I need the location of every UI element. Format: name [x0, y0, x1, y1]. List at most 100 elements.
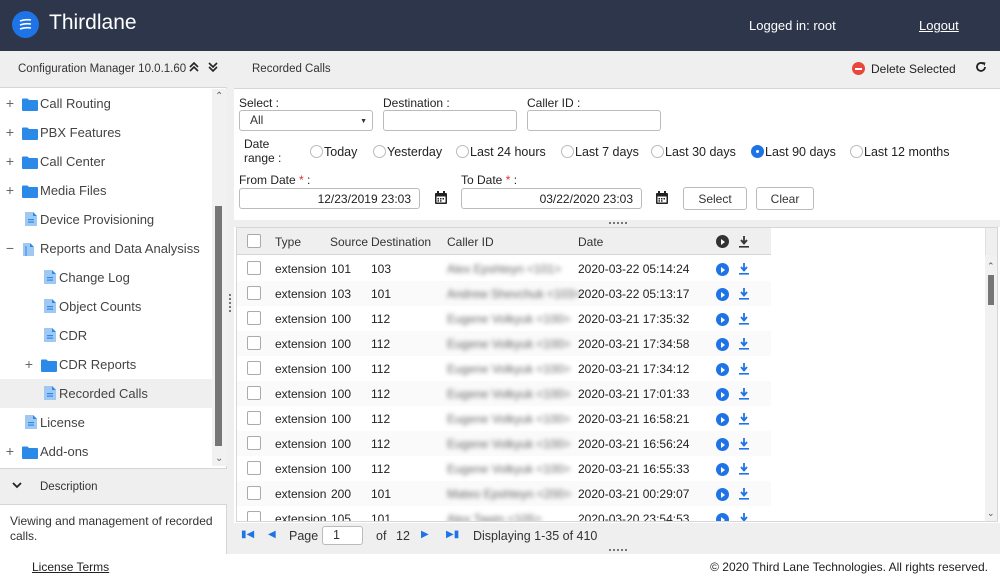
- next-page-icon[interactable]: ▶: [421, 529, 429, 540]
- column-date[interactable]: Date: [578, 235, 603, 249]
- play-icon[interactable]: [716, 313, 729, 326]
- download-icon[interactable]: [739, 412, 749, 425]
- date-range-radio-today[interactable]: Today: [310, 145, 357, 159]
- table-row[interactable]: extension 105 101 Alex Tawin <105> 2020-03-2…: [237, 506, 771, 522]
- tree-item-cdr[interactable]: CDR: [0, 321, 212, 350]
- play-icon[interactable]: [716, 263, 729, 276]
- type-select[interactable]: All ▼: [239, 110, 373, 131]
- clear-button[interactable]: Clear: [756, 187, 814, 210]
- radio-button[interactable]: [310, 145, 323, 158]
- expand-icon[interactable]: +: [5, 153, 15, 169]
- scrollbar-thumb[interactable]: [215, 206, 222, 446]
- row-checkbox[interactable]: [247, 511, 261, 521]
- splitter-grip[interactable]: [609, 549, 627, 551]
- table-row[interactable]: extension 100 112 Eugene Volkyuk <100> 2020-…: [237, 306, 771, 331]
- play-icon[interactable]: [716, 488, 729, 501]
- row-checkbox[interactable]: [247, 411, 261, 425]
- row-checkbox[interactable]: [247, 436, 261, 450]
- horizontal-splitter[interactable]: [234, 220, 1000, 227]
- download-icon[interactable]: [739, 512, 749, 522]
- column-caller-id[interactable]: Caller ID: [447, 235, 494, 249]
- download-icon[interactable]: [739, 287, 749, 300]
- download-icon[interactable]: [739, 487, 749, 500]
- table-row[interactable]: extension 100 112 Eugene Volkyuk <100> 2020-…: [237, 406, 771, 431]
- scrollbar-thumb[interactable]: [988, 275, 994, 305]
- calendar-icon[interactable]: [655, 191, 669, 205]
- vertical-splitter[interactable]: [227, 51, 234, 554]
- row-checkbox[interactable]: [247, 486, 261, 500]
- date-range-radio-last-24-hours[interactable]: Last 24 hours: [456, 145, 546, 159]
- from-date-input[interactable]: [239, 188, 420, 209]
- play-icon[interactable]: [716, 463, 729, 476]
- tree-item-call-routing[interactable]: + Call Routing: [0, 89, 212, 118]
- expand-icon[interactable]: +: [5, 95, 15, 111]
- play-icon[interactable]: [716, 438, 729, 451]
- download-icon[interactable]: [739, 337, 749, 350]
- table-row[interactable]: extension 101 103 Alex Epshteyn <101> 2020-0…: [237, 256, 771, 281]
- tree-item-call-center[interactable]: + Call Center: [0, 147, 212, 176]
- tree-item-change-log[interactable]: Change Log: [0, 263, 212, 292]
- expand-icon[interactable]: +: [5, 182, 15, 198]
- radio-button[interactable]: [456, 145, 469, 158]
- double-chevron-down-icon[interactable]: [208, 61, 218, 76]
- chevron-down-icon[interactable]: [12, 481, 22, 492]
- delete-selected-button[interactable]: Delete Selected: [852, 62, 956, 76]
- date-range-radio-last-30-days[interactable]: Last 30 days: [651, 145, 736, 159]
- table-row[interactable]: extension 100 112 Eugene Volkyuk <100> 2020-…: [237, 331, 771, 356]
- tree-item-recorded-calls[interactable]: Recorded Calls: [0, 379, 212, 408]
- date-range-radio-last-90-days[interactable]: Last 90 days: [751, 145, 836, 159]
- column-source[interactable]: Source: [330, 235, 368, 249]
- play-icon[interactable]: [716, 338, 729, 351]
- tree-item-object-counts[interactable]: Object Counts: [0, 292, 212, 321]
- expand-icon[interactable]: +: [24, 356, 34, 372]
- play-icon[interactable]: [716, 363, 729, 376]
- row-checkbox[interactable]: [247, 386, 261, 400]
- play-icon[interactable]: [716, 288, 729, 301]
- date-range-radio-last-7-days[interactable]: Last 7 days: [561, 145, 639, 159]
- tree-item-pbx-features[interactable]: + PBX Features: [0, 118, 212, 147]
- row-checkbox[interactable]: [247, 361, 261, 375]
- select-all-checkbox[interactable]: [247, 234, 261, 248]
- scroll-down-icon[interactable]: ⌄: [987, 508, 995, 519]
- tree-item-cdr-reports[interactable]: + CDR Reports: [0, 350, 212, 379]
- radio-button[interactable]: [373, 145, 386, 158]
- tree-item-license[interactable]: License: [0, 408, 212, 437]
- tree-item-device-provisioning[interactable]: Device Provisioning: [0, 205, 212, 234]
- table-row[interactable]: extension 100 112 Eugene Volkyuk <100> 2020-…: [237, 431, 771, 456]
- download-icon[interactable]: [739, 387, 749, 400]
- tree-item-reports-and-data-analysiss[interactable]: − Reports and Data Analysiss: [0, 234, 212, 263]
- row-checkbox[interactable]: [247, 311, 261, 325]
- previous-page-icon[interactable]: ◀: [268, 529, 276, 540]
- expand-icon[interactable]: +: [5, 124, 15, 140]
- last-page-icon[interactable]: ▶▮: [446, 529, 459, 540]
- scroll-up-icon[interactable]: ⌃: [987, 261, 995, 272]
- play-icon[interactable]: [716, 388, 729, 401]
- table-row[interactable]: extension 100 112 Eugene Volkyuk <100> 2020-…: [237, 456, 771, 481]
- table-row[interactable]: extension 100 112 Eugene Volkyuk <100> 2020-…: [237, 381, 771, 406]
- date-range-radio-last-12-months[interactable]: Last 12 months: [850, 145, 949, 159]
- date-range-radio-yesterday[interactable]: Yesterday: [373, 145, 442, 159]
- tree-scrollbar[interactable]: ⌃ ⌄: [212, 89, 227, 466]
- row-checkbox[interactable]: [247, 261, 261, 275]
- refresh-icon[interactable]: [975, 60, 987, 76]
- play-icon[interactable]: [716, 513, 729, 521]
- column-destination[interactable]: Destination: [371, 235, 431, 249]
- expand-icon[interactable]: +: [5, 443, 15, 459]
- row-checkbox[interactable]: [247, 336, 261, 350]
- table-row[interactable]: extension 200 101 Mateo Epshteyn <200> 2020-…: [237, 481, 771, 506]
- destination-input[interactable]: [383, 110, 517, 131]
- calendar-icon[interactable]: [434, 191, 448, 205]
- scroll-down-icon[interactable]: ⌄: [215, 453, 223, 464]
- play-icon[interactable]: [716, 413, 729, 426]
- column-type[interactable]: Type: [275, 235, 301, 249]
- collapse-icon[interactable]: −: [5, 240, 15, 256]
- select-button[interactable]: Select: [683, 187, 747, 210]
- radio-button[interactable]: [850, 145, 863, 158]
- splitter-grip[interactable]: [229, 294, 231, 312]
- license-terms-link[interactable]: License Terms: [32, 560, 109, 574]
- download-icon[interactable]: [739, 362, 749, 375]
- download-icon[interactable]: [739, 262, 749, 275]
- table-row[interactable]: extension 103 101 Andrew Shevchuk <103> 2020…: [237, 281, 771, 306]
- scroll-up-icon[interactable]: ⌃: [215, 91, 223, 102]
- grid-scrollbar[interactable]: ⌃ ⌄: [985, 255, 997, 521]
